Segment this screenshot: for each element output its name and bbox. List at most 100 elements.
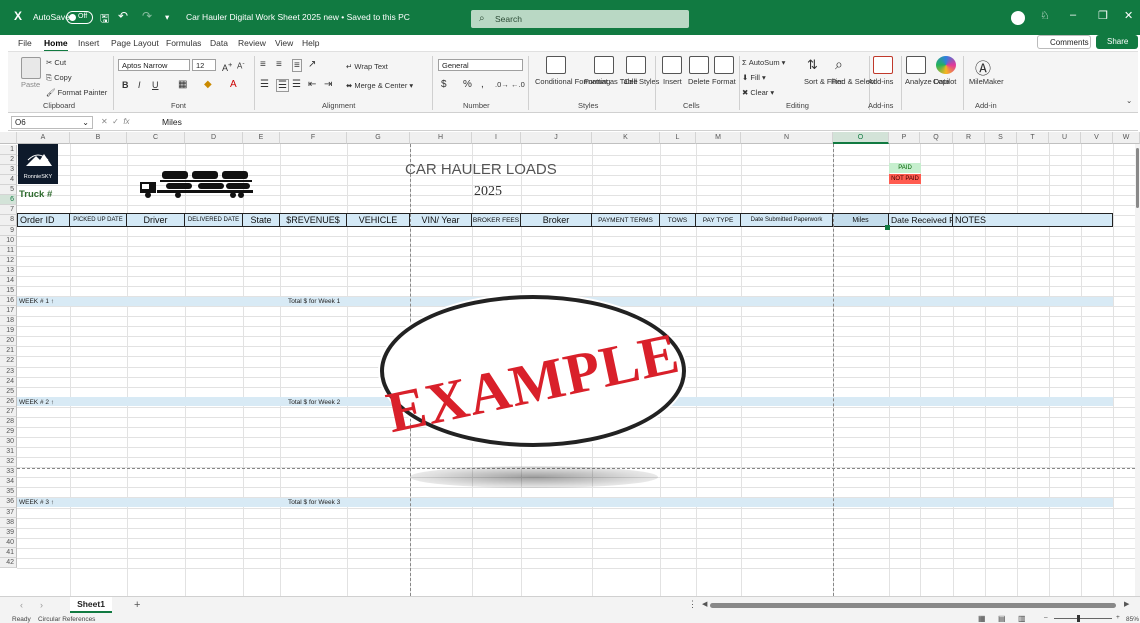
delete-cells-icon[interactable] xyxy=(689,56,709,74)
column-header-n[interactable]: N xyxy=(741,132,833,144)
row-header-30[interactable]: 30 xyxy=(0,437,17,448)
increase-font-icon[interactable]: A+ xyxy=(222,60,232,73)
borders-icon[interactable]: ▦ xyxy=(178,79,187,90)
formula-cancel-icon[interactable]: ✕ xyxy=(101,117,108,126)
row-header-34[interactable]: 34 xyxy=(0,477,17,488)
milemaker-button[interactable]: MileMaker xyxy=(969,77,1004,86)
vertical-scrollbar[interactable] xyxy=(1135,144,1140,596)
paste-icon[interactable] xyxy=(21,57,41,79)
header-cell[interactable]: PAY TYPE xyxy=(696,213,741,227)
row-header-27[interactable]: 27 xyxy=(0,406,17,417)
prev-sheet-icon[interactable]: ‹ xyxy=(20,600,23,610)
tab-page-layout[interactable]: Page Layout xyxy=(111,38,159,48)
column-header-h[interactable]: H xyxy=(410,132,472,144)
increase-indent-icon[interactable]: ⇥ xyxy=(324,79,332,90)
row-header-37[interactable]: 37 xyxy=(0,507,17,518)
column-header-m[interactable]: M xyxy=(696,132,741,144)
column-header-j[interactable]: J xyxy=(521,132,592,144)
row-header-23[interactable]: 23 xyxy=(0,366,17,377)
quick-access-dropdown-icon[interactable]: ▾ xyxy=(165,12,169,23)
header-cell[interactable]: VEHICLE xyxy=(347,213,410,227)
lightbulb-icon[interactable]: ♘ xyxy=(1040,9,1050,22)
redo-icon[interactable]: ↷ xyxy=(142,9,152,23)
decrease-font-icon[interactable]: A- xyxy=(237,60,245,71)
insert-cells-button[interactable]: Insert xyxy=(663,77,682,86)
merge-center-button[interactable]: ⬌ Merge & Center ▾ xyxy=(346,81,413,90)
analyze-data-icon[interactable] xyxy=(906,56,926,74)
find-select-icon[interactable]: ⌕ xyxy=(835,56,843,73)
header-cell[interactable]: Date Submitted Paperwork xyxy=(741,213,833,227)
row-header-20[interactable]: 20 xyxy=(0,336,17,347)
tab-review[interactable]: Review xyxy=(238,38,266,48)
autosum-button[interactable]: Σ AutoSum ▾ xyxy=(742,58,785,67)
wrap-text-button[interactable]: ↵ Wrap Text xyxy=(346,62,388,71)
conditional-formatting-icon[interactable] xyxy=(546,56,566,74)
tab-formulas[interactable]: Formulas xyxy=(166,38,201,48)
clear-button[interactable]: ✖ Clear ▾ xyxy=(742,88,774,97)
column-header-c[interactable]: C xyxy=(127,132,185,144)
add-ins-button[interactable]: Add-ins xyxy=(868,77,893,86)
row-header-14[interactable]: 14 xyxy=(0,275,17,286)
row-header-24[interactable]: 24 xyxy=(0,376,17,387)
row-header-15[interactable]: 15 xyxy=(0,285,17,297)
formula-input[interactable]: Miles xyxy=(162,117,182,127)
comments-button[interactable]: Comments xyxy=(1037,35,1091,49)
column-header-o[interactable]: O xyxy=(833,132,889,144)
row-header-13[interactable]: 13 xyxy=(0,265,17,276)
insert-cells-icon[interactable] xyxy=(662,56,682,74)
header-cell[interactable]: Date Received Payment xyxy=(889,213,953,227)
align-right-icon[interactable]: ☰ xyxy=(292,79,301,90)
increase-decimal-icon[interactable]: .0→ xyxy=(495,80,509,89)
header-cell[interactable]: TOWS xyxy=(660,213,696,227)
share-button[interactable]: Share xyxy=(1096,35,1138,49)
align-middle-icon[interactable]: ≡ xyxy=(276,59,282,70)
zoom-level[interactable]: 85% xyxy=(1126,616,1139,623)
header-cell[interactable]: Broker xyxy=(521,213,592,227)
tab-insert[interactable]: Insert xyxy=(78,38,99,48)
font-name-select[interactable]: Aptos Narrow xyxy=(118,59,190,71)
row-header-9[interactable]: 9 xyxy=(0,225,17,236)
row-header-8[interactable]: 8 xyxy=(0,215,17,226)
percent-icon[interactable]: % xyxy=(463,79,472,90)
column-header-d[interactable]: D xyxy=(185,132,243,144)
paste-button[interactable]: Paste xyxy=(21,80,40,89)
restore-button[interactable]: ❐ xyxy=(1098,9,1108,22)
header-cell[interactable]: Order ID xyxy=(17,213,70,227)
autosave-toggle[interactable]: Off xyxy=(66,11,93,24)
row-header-35[interactable]: 35 xyxy=(0,487,17,498)
align-top-icon[interactable]: ≡ xyxy=(260,59,266,70)
column-header-p[interactable]: P xyxy=(889,132,920,144)
delete-cells-button[interactable]: Delete xyxy=(688,77,710,86)
copilot-button[interactable]: Copilot xyxy=(933,77,956,86)
cut-button[interactable]: ✂ Cut xyxy=(46,58,66,67)
row-header-10[interactable]: 10 xyxy=(0,235,17,246)
week-total-label[interactable]: Total $ for Week 3 xyxy=(288,499,340,506)
next-sheet-icon[interactable]: › xyxy=(40,600,43,610)
header-cell[interactable]: State xyxy=(243,213,280,227)
row-header-18[interactable]: 18 xyxy=(0,316,17,327)
row-header-17[interactable]: 17 xyxy=(0,306,17,317)
tab-home[interactable]: Home xyxy=(44,38,68,52)
sort-filter-icon[interactable]: ⇅ xyxy=(807,57,818,73)
row-header-32[interactable]: 32 xyxy=(0,457,17,468)
row-header-36[interactable]: 36 xyxy=(0,497,17,508)
row-header-5[interactable]: 5 xyxy=(0,185,17,196)
ribbon-collapse-icon[interactable]: ⌄ xyxy=(1126,96,1132,105)
column-header-t[interactable]: T xyxy=(1017,132,1049,144)
copy-button[interactable]: ⎘ Copy xyxy=(46,73,72,83)
zoom-slider[interactable] xyxy=(1054,615,1112,622)
week-total-label[interactable]: Total $ for Week 2 xyxy=(288,399,340,406)
row-header-21[interactable]: 21 xyxy=(0,346,17,357)
week-label[interactable]: WEEK # 3 ↑ xyxy=(19,499,54,506)
decrease-indent-icon[interactable]: ⇤ xyxy=(308,79,316,90)
column-header-f[interactable]: F xyxy=(280,132,347,144)
row-header-41[interactable]: 41 xyxy=(0,547,17,558)
close-button[interactable]: ✕ xyxy=(1124,9,1133,22)
format-cells-button[interactable]: Format xyxy=(712,77,736,86)
page-layout-view-icon[interactable]: ▤ xyxy=(998,614,1006,623)
row-header-2[interactable]: 2 xyxy=(0,155,17,166)
row-header-7[interactable]: 7 xyxy=(0,205,17,216)
header-cell[interactable]: PAYMENT TERMS xyxy=(592,213,660,227)
zoom-out-icon[interactable]: – xyxy=(1044,614,1048,621)
format-painter-button[interactable]: 🖌 Format Painter xyxy=(46,88,107,97)
